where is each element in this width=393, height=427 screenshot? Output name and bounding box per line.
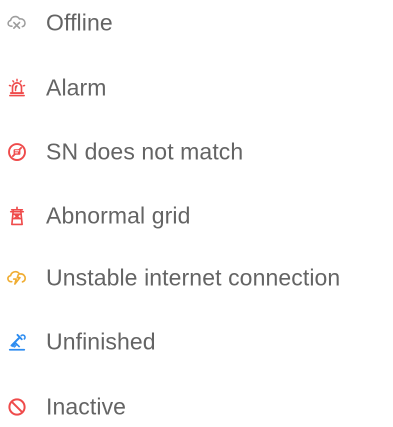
legend-label-unstable-internet-connection: Unstable internet connection <box>46 264 341 291</box>
abnormal-grid-icon <box>6 205 28 227</box>
sn-mismatch-icon <box>6 141 28 163</box>
legend-label-inactive: Inactive <box>46 393 127 420</box>
legend-label-abnormal-grid: Abnormal grid <box>46 202 191 229</box>
offline-icon <box>6 12 28 34</box>
legend-label-unfinished: Unfinished <box>46 328 156 355</box>
legend-label-alarm: Alarm <box>46 74 107 101</box>
alarm-icon <box>6 77 28 99</box>
unstable-connection-icon <box>6 267 28 289</box>
legend-label-sn-does-not-match: SN does not match <box>46 138 244 165</box>
legend-label-offline: Offline <box>46 9 113 36</box>
unfinished-icon <box>6 331 28 353</box>
inactive-icon <box>6 396 28 418</box>
status-legend: Offline Alarm SN does not match Abnormal… <box>0 0 393 421</box>
